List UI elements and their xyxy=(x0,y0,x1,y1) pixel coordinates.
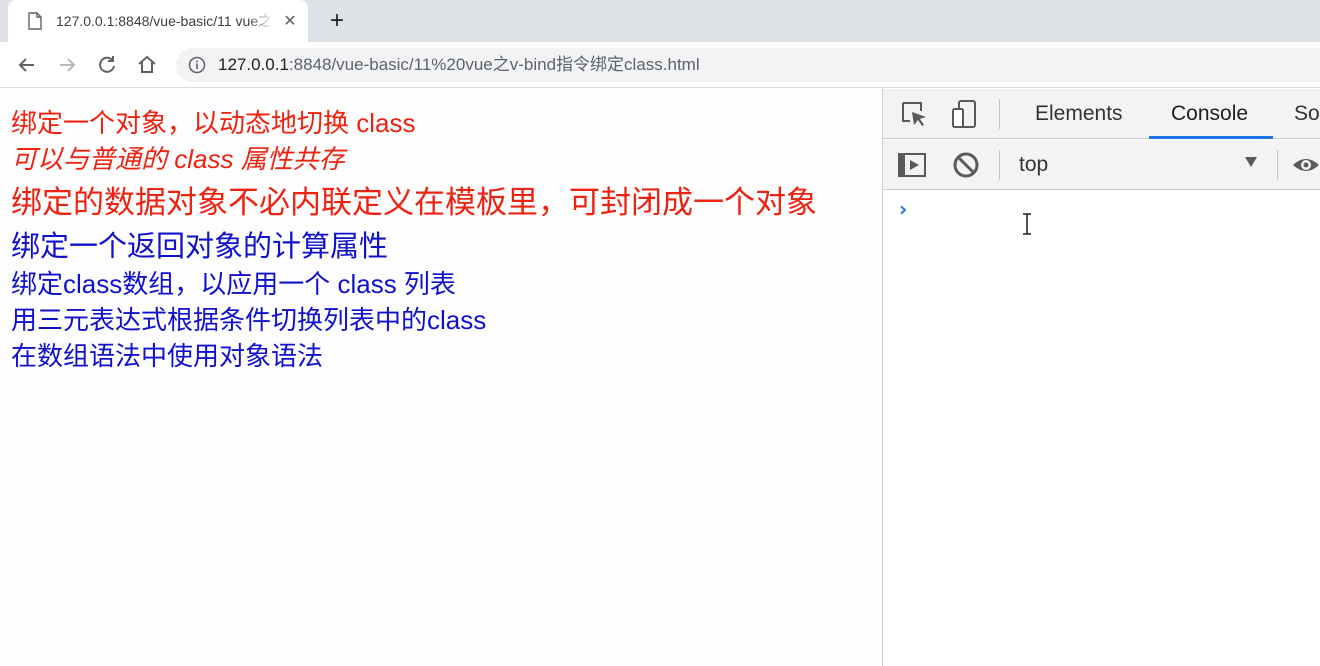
tab-strip: 127.0.0.1:8848/vue-basic/11 vue之v-bind指令… xyxy=(0,0,1320,42)
home-button[interactable] xyxy=(134,52,160,78)
text-line-4: 绑定一个返回对象的计算属性 xyxy=(11,231,389,263)
browser-toolbar: 127.0.0.1:8848/vue-basic/11%20vue之v-bind… xyxy=(0,42,1320,88)
inspect-element-button[interactable] xyxy=(899,99,929,129)
info-icon[interactable] xyxy=(188,56,206,74)
text-line-3: 绑定的数据对象不必内联定义在模板里，可封闭成一个对象 xyxy=(11,185,817,220)
close-tab-icon[interactable]: ✕ xyxy=(280,11,300,31)
browser-tab[interactable]: 127.0.0.1:8848/vue-basic/11 vue之v-bind指令… xyxy=(8,0,308,42)
context-selector[interactable]: top xyxy=(1019,150,1048,180)
device-icon xyxy=(952,100,976,128)
devtools-tab-bar: Elements Console Sou xyxy=(883,89,1320,139)
toolbar-divider xyxy=(1277,150,1278,180)
chevron-down-icon[interactable] xyxy=(1243,154,1259,170)
tab-title-fade xyxy=(248,11,274,31)
reload-icon xyxy=(99,56,115,73)
reload-button[interactable] xyxy=(94,52,120,78)
text-cursor-icon xyxy=(1023,213,1031,235)
url-path: :8848/vue-basic/11%20vue之v-bind指令绑定class… xyxy=(288,55,700,74)
console-prompt-icon: › xyxy=(899,197,908,221)
tab-console[interactable]: Console xyxy=(1171,89,1248,139)
back-button[interactable] xyxy=(14,52,40,78)
home-icon xyxy=(138,55,156,73)
console-output[interactable]: › xyxy=(883,191,1320,666)
arrow-left-icon xyxy=(18,58,34,72)
devtools-panel: Elements Console Sou top xyxy=(882,89,1320,666)
tab-sources[interactable]: Sou xyxy=(1294,89,1320,139)
clear-icon xyxy=(953,152,979,178)
tab-title: 127.0.0.1:8848/vue-basic/11 vue之v-bind指令… xyxy=(56,13,270,29)
text-line-2: 可以与普通的 class 属性共存 xyxy=(11,144,345,174)
tab-elements[interactable]: Elements xyxy=(1035,89,1123,139)
document-icon xyxy=(28,12,42,30)
active-tab-indicator xyxy=(1149,136,1273,139)
console-toolbar: top xyxy=(883,140,1320,190)
sidebar-play-icon xyxy=(898,153,926,177)
url-text[interactable]: 127.0.0.1:8848/vue-basic/11%20vue之v-bind… xyxy=(218,55,700,75)
text-line-5: 绑定class数组，以应用一个 class 列表 xyxy=(11,269,456,299)
arrow-right-icon xyxy=(60,58,76,72)
page-content: 绑定一个对象，以动态地切换 class 可以与普通的 class 属性共存 绑定… xyxy=(0,89,882,666)
live-expression-button[interactable] xyxy=(1291,150,1320,180)
text-line-7: 在数组语法中使用对象语法 xyxy=(11,341,324,371)
toolbar-divider xyxy=(999,150,1000,180)
forward-button[interactable] xyxy=(54,52,80,78)
new-tab-button[interactable]: + xyxy=(326,9,348,33)
eye-icon xyxy=(1293,159,1319,171)
text-line-1: 绑定一个对象，以动态地切换 class xyxy=(11,108,416,138)
url-host: 127.0.0.1 xyxy=(218,55,289,74)
inspect-cursor-icon xyxy=(902,102,926,126)
device-toolbar-button[interactable] xyxy=(949,99,979,129)
address-bar[interactable]: 127.0.0.1:8848/vue-basic/11%20vue之v-bind… xyxy=(176,48,1320,82)
toolbar-divider xyxy=(999,99,1000,129)
show-sidebar-button[interactable] xyxy=(897,150,927,180)
clear-console-button[interactable] xyxy=(951,150,981,180)
text-line-6: 用三元表达式根据条件切换列表中的class xyxy=(11,305,487,335)
